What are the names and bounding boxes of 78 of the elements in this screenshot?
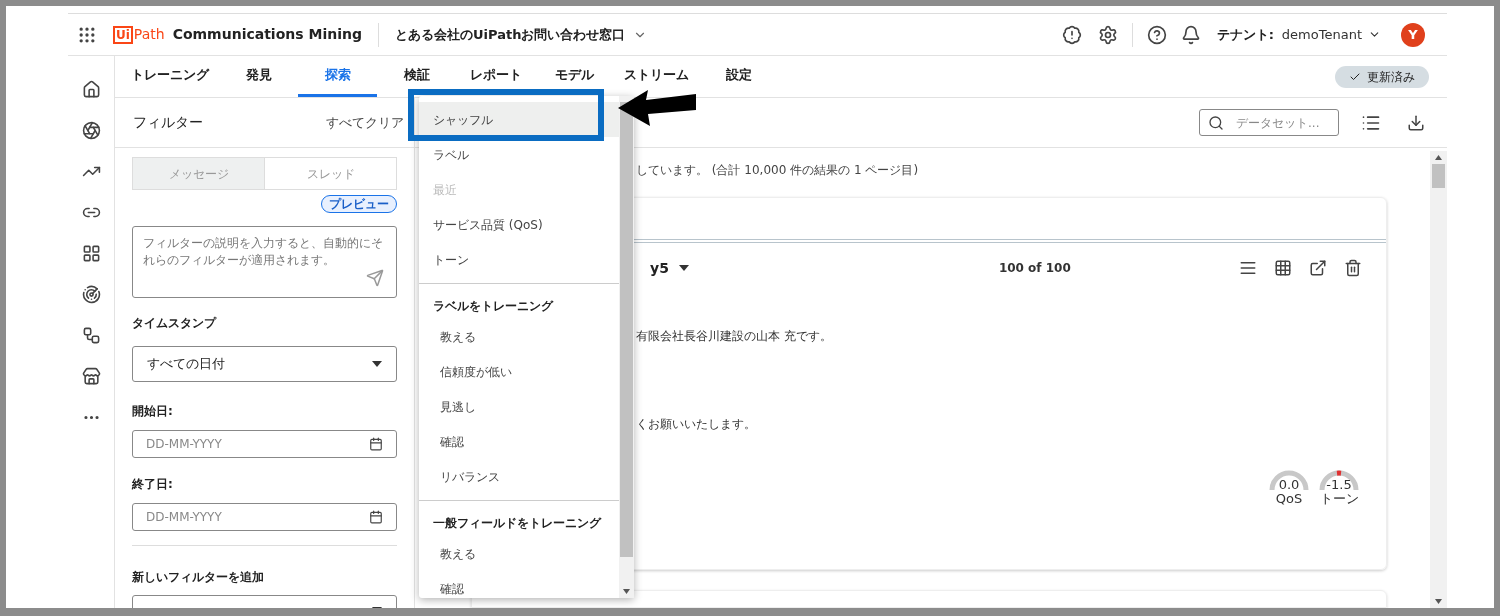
scroll-down-arrow-icon[interactable] <box>1435 599 1442 604</box>
results-summary: しています。 (合計 10,000 件の結果の 1 ページ目) <box>636 162 920 179</box>
search-field[interactable]: データセット... <box>1199 109 1339 136</box>
gauge-label: トーン <box>1319 491 1359 508</box>
status-pill: 更新済み <box>1335 65 1429 88</box>
gauge-value: -1.5 <box>1326 478 1352 491</box>
menu-item[interactable]: 教える <box>419 319 619 354</box>
gauge-value: 0.0 <box>1278 478 1300 491</box>
menu-item[interactable]: 信頼度が低い <box>419 354 619 389</box>
gauge-label: QoS <box>1275 491 1303 508</box>
field-label: 開始日: <box>132 403 174 420</box>
nav-tab[interactable]: 探索 <box>298 56 377 97</box>
aperture-icon[interactable] <box>81 121 101 140</box>
timestamp-select[interactable]: すべての日付 <box>132 346 397 382</box>
message-header-text: y5 <box>650 258 669 278</box>
end-date-field[interactable]: DD-MM-YYYY <box>132 503 397 531</box>
start-date-field[interactable]: DD-MM-YYYY <box>132 430 397 458</box>
menu-item[interactable]: 確認 <box>419 424 619 459</box>
calendar-icon[interactable] <box>369 510 383 524</box>
pointer-arrow-icon <box>616 88 698 128</box>
grid-icon[interactable] <box>81 244 101 263</box>
table-icon[interactable] <box>1274 259 1292 277</box>
filter-panel-title: フィルター <box>133 113 203 132</box>
nav-tab[interactable]: レポート <box>456 56 535 97</box>
nav-tab[interactable]: モデル <box>535 56 614 97</box>
tenant-label: テナント: <box>1216 25 1274 44</box>
menu-group-header: ラベルをトレーニング <box>432 298 555 315</box>
menu-item[interactable]: 見逃し <box>419 389 619 424</box>
avatar[interactable]: Y <box>1401 22 1425 47</box>
nav-tab[interactable]: 検証 <box>377 56 456 97</box>
tenant-selector[interactable]: demoTenant <box>1281 24 1381 45</box>
menu-group-header: 一般フィールドをトレーニング <box>432 515 603 532</box>
header-caret-icon <box>678 265 689 271</box>
preview-badge: プレビュー <box>321 195 397 213</box>
message-count: 100 of 100 <box>998 260 1071 277</box>
nav-tab[interactable]: ストリーム <box>614 56 699 97</box>
delete-icon[interactable] <box>1344 259 1362 277</box>
menu-item[interactable]: ラベル <box>419 137 619 172</box>
search-icon <box>1208 114 1224 131</box>
menu-item[interactable]: リバランス <box>419 459 619 494</box>
filter-prompt-field[interactable]: フィルターの説明を入力すると、自動的にそれらのフィルターが適用されます。 <box>132 226 397 298</box>
logo-text: Path <box>133 25 165 44</box>
store-icon[interactable] <box>81 367 101 386</box>
field-label: 新しいフィルターを追加 <box>132 569 265 586</box>
logo-mark: Ui <box>113 25 133 44</box>
product-name: Communications Mining <box>172 25 362 44</box>
scrollbar[interactable] <box>1430 151 1447 608</box>
menu-item[interactable]: トーン <box>419 242 619 277</box>
menu-item[interactable]: 教える <box>419 536 619 571</box>
workflow-icon[interactable] <box>81 326 101 345</box>
dropdown-caret-icon <box>372 361 382 367</box>
clear-all-link[interactable]: すべてクリア <box>326 112 404 133</box>
field-label: タイムスタンプ <box>132 315 218 332</box>
scrollbar-thumb[interactable] <box>1432 164 1445 188</box>
menu-item[interactable]: シャッフル <box>419 102 619 137</box>
scroll-up-arrow-icon[interactable] <box>1435 155 1442 160</box>
open-external-icon[interactable] <box>1309 259 1327 277</box>
nav-tab[interactable]: トレーニング <box>121 56 219 97</box>
message-line: くお願いいたします。 <box>636 416 757 433</box>
field-label: 終了日: <box>132 476 174 493</box>
radar-icon[interactable] <box>81 285 101 304</box>
calendar-icon[interactable] <box>369 437 383 451</box>
message-line: 有限会社長谷川建設の山本 充です。 <box>636 328 833 345</box>
text-lines-icon[interactable] <box>1239 259 1257 277</box>
notification-icon[interactable] <box>1180 24 1201 45</box>
project-selector[interactable]: とある会社のUiPathお問い合わせ窓口 <box>394 24 648 45</box>
menu-item[interactable]: 確認 <box>419 571 619 606</box>
placeholder-text: フィルターの説明を入力すると、自動的にそれらのフィルターが適用されます。 <box>143 235 383 269</box>
alert-icon[interactable] <box>1061 24 1082 45</box>
nav-tab[interactable]: 発見 <box>219 56 298 97</box>
nav-tab[interactable]: 設定 <box>699 56 778 97</box>
help-icon[interactable] <box>1146 24 1167 45</box>
scrollbar-thumb[interactable] <box>620 102 633 557</box>
download-icon[interactable] <box>1407 113 1425 132</box>
settings-icon[interactable] <box>1097 24 1118 45</box>
scroll-down-arrow-icon[interactable] <box>623 589 630 594</box>
menu-item[interactable]: サービス品質 (QoS) <box>419 207 619 242</box>
home-icon[interactable] <box>81 80 101 99</box>
